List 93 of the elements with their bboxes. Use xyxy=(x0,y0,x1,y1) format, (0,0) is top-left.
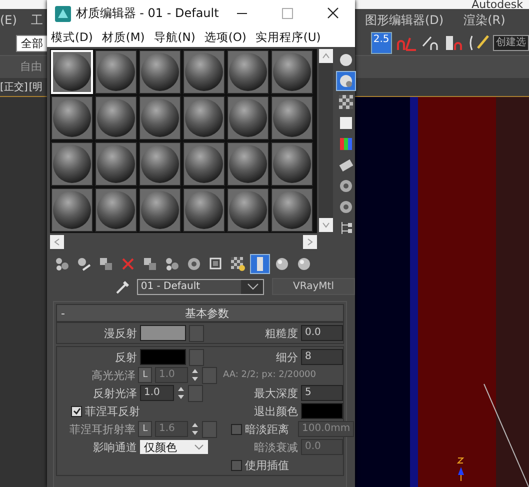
rollout-header[interactable]: - 基本参数 xyxy=(56,304,344,322)
toolbar-button[interactable] xyxy=(337,114,355,132)
color-swatch[interactable] xyxy=(140,349,186,365)
eyedropper-icon[interactable] xyxy=(115,278,129,294)
color-swatch[interactable] xyxy=(301,403,343,419)
toolbar-button[interactable] xyxy=(295,255,313,273)
toolbar-button[interactable] xyxy=(163,255,181,273)
checkbox-label: 使用插值 xyxy=(245,458,289,472)
spinner-arrows-icon[interactable] xyxy=(191,422,200,436)
menu-item[interactable]: 实用程序(U) xyxy=(255,30,321,44)
menu-item[interactable]: 材质(M) xyxy=(102,30,145,44)
menu-item[interactable]: 工 xyxy=(30,12,43,28)
tree-icon xyxy=(339,221,353,235)
backlight-sphere-icon xyxy=(339,74,353,88)
toolbar-button[interactable] xyxy=(229,255,247,273)
named-selection-field[interactable]: 创建选 xyxy=(493,35,529,51)
toolbar-button[interactable] xyxy=(337,51,355,69)
checkbox[interactable] xyxy=(231,460,242,470)
parameter-label: 高光光泽 xyxy=(90,368,136,382)
color-bars-icon xyxy=(339,137,353,151)
parameter-label: 细分 xyxy=(275,350,298,364)
spinner-arrows-icon[interactable] xyxy=(177,386,185,400)
collapse-toggle[interactable]: - xyxy=(57,306,71,320)
toolbar-button[interactable] xyxy=(337,177,355,195)
menu-item[interactable]: 模式(D) xyxy=(51,30,93,44)
toolbar-button[interactable] xyxy=(337,93,355,111)
sphere-icon xyxy=(297,257,311,271)
material-name-dropdown[interactable]: 01 - Default xyxy=(136,278,264,294)
menu-item[interactable]: 渲染(R) xyxy=(464,12,506,28)
parameter-label: 漫反射 xyxy=(103,326,137,340)
square-icon xyxy=(339,116,353,130)
sphere-icon xyxy=(339,53,353,67)
spheres-icon xyxy=(55,257,69,271)
toolbar-button[interactable] xyxy=(337,198,355,216)
value-field[interactable]: 5 xyxy=(301,385,343,401)
app-icon xyxy=(55,6,71,22)
toolbar-button[interactable] xyxy=(185,255,203,273)
parameter-label: 退出颜色 xyxy=(253,404,298,418)
sphere-icon xyxy=(275,257,289,271)
toolbar-button[interactable] xyxy=(337,135,355,153)
checkbox-label: 暗淡距离 xyxy=(245,422,290,436)
spinner-snap-icon[interactable] xyxy=(444,34,464,52)
parameter-label: 反射 xyxy=(114,350,137,364)
material-type-button[interactable]: VRayMtl xyxy=(272,278,355,295)
frame-icon xyxy=(209,257,223,271)
toolbar-button[interactable] xyxy=(273,255,291,273)
spinner-arrows-icon[interactable] xyxy=(191,368,200,382)
channel-dropdown[interactable]: 仅颜色 xyxy=(140,440,208,454)
toolbar-button[interactable] xyxy=(97,255,115,273)
value-field[interactable]: 1.0 xyxy=(140,385,174,401)
chevron-left-icon xyxy=(53,238,61,246)
menu-item[interactable]: 选项(O) xyxy=(204,30,246,44)
checkbox[interactable] xyxy=(71,406,82,416)
window-title: 材质编辑器 - 01 - Default xyxy=(76,5,219,22)
checker-icon xyxy=(339,95,353,109)
menu-item[interactable]: (E) xyxy=(0,13,17,27)
selection-filter-dropdown[interactable]: 全部 xyxy=(16,34,50,52)
rollout-title: 基本参数 xyxy=(184,306,230,320)
value-field[interactable]: 0.0 xyxy=(301,325,343,341)
toolbar-button[interactable] xyxy=(53,255,71,273)
value-field[interactable]: 8 xyxy=(301,349,343,365)
checkbox-label: 菲涅耳反射 xyxy=(85,404,140,418)
toolbar-button[interactable] xyxy=(337,72,355,90)
boxes-icon xyxy=(99,257,113,271)
chevron-right-icon xyxy=(306,238,314,246)
spheres-icon xyxy=(165,257,179,271)
z-axis-gizmo-icon xyxy=(456,455,466,481)
percent-snap-icon[interactable] xyxy=(420,34,440,52)
parameter-label: 反射光泽 xyxy=(92,386,137,400)
edit-named-selection-icon[interactable] xyxy=(468,34,490,52)
toolbar-button[interactable] xyxy=(75,255,93,273)
parameter-label: 菲涅耳折射率 xyxy=(68,422,136,436)
chevron-down-icon xyxy=(247,282,260,290)
menu-item[interactable]: 导航(N) xyxy=(154,30,196,44)
parameter-label: 粗糙度 xyxy=(264,326,298,340)
snap-button[interactable]: 2.5 xyxy=(372,33,392,53)
parameter-label: 影响通道 xyxy=(92,440,137,454)
parameter-label: 暗淡衰减 xyxy=(253,440,298,454)
chevron-down-icon xyxy=(322,221,330,229)
menu-item[interactable]: 图形编辑器(D) xyxy=(364,12,444,28)
viewport-label[interactable]: [明 xyxy=(28,80,43,94)
chevron-up-icon xyxy=(322,52,330,60)
checker-icon xyxy=(231,257,245,271)
parameter-label: 最大深度 xyxy=(253,386,298,400)
chevron-down-icon xyxy=(194,444,204,450)
sampling-info: AA: 2/2; px: 2/20000 xyxy=(223,370,316,380)
boxes-icon xyxy=(143,257,157,271)
delete-icon xyxy=(121,257,135,271)
toolbar-button[interactable] xyxy=(251,255,269,273)
toolbar-button[interactable] xyxy=(141,255,159,273)
app-title: Autodesk xyxy=(472,0,523,10)
color-swatch[interactable] xyxy=(140,325,186,341)
viewport-label[interactable]: [正交] xyxy=(0,80,28,94)
